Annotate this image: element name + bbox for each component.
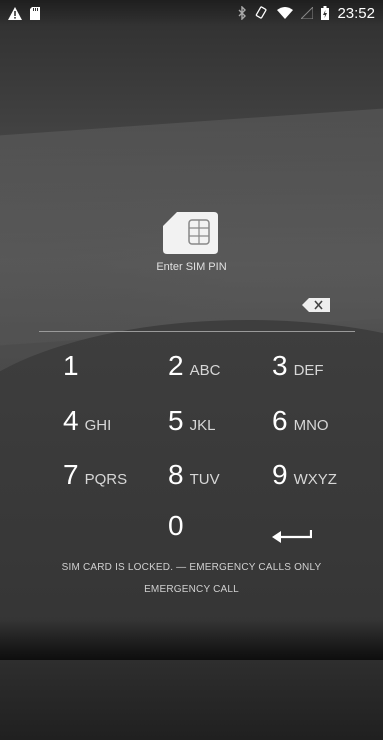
key-1[interactable]: 1	[63, 350, 173, 402]
sim-card-icon	[163, 212, 218, 254]
emergency-call-button[interactable]: EMERGENCY CALL	[0, 584, 383, 595]
key-0[interactable]: 0	[168, 510, 278, 562]
enter-key[interactable]	[272, 512, 382, 564]
key-5[interactable]: 5 JKL	[168, 405, 278, 457]
backspace-icon[interactable]	[301, 297, 331, 313]
key-8[interactable]: 8 TUV	[168, 459, 278, 511]
key-9[interactable]: 9 WXYZ	[272, 459, 382, 511]
key-7[interactable]: 7 PQRS	[63, 459, 173, 511]
key-6[interactable]: 6 MNO	[272, 405, 382, 457]
pin-entry-line	[39, 331, 355, 332]
sim-locked-status: SIM CARD IS LOCKED. — EMERGENCY CALLS ON…	[61, 562, 322, 573]
key-4[interactable]: 4 GHI	[63, 405, 173, 457]
enter-arrow-icon	[272, 527, 313, 550]
key-3[interactable]: 3 DEF	[272, 350, 382, 402]
sim-pin-prompt: Enter SIM PIN	[156, 261, 227, 273]
key-2[interactable]: 2 ABC	[168, 350, 278, 402]
